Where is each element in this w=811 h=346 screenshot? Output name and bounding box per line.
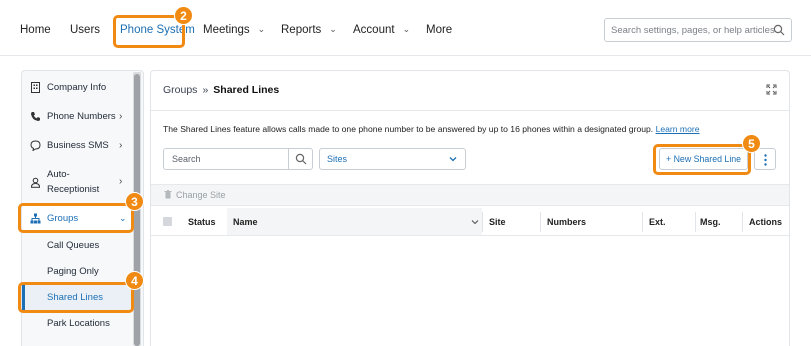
vertical-ellipsis-icon <box>764 154 767 166</box>
sidebar-item-label: Phone Numbers <box>47 111 116 122</box>
callout-number-badge: 3 <box>125 192 144 211</box>
nav-meetings[interactable]: Meetings ⌄ <box>203 24 265 36</box>
select-all-checkbox[interactable] <box>163 217 172 226</box>
search-icon <box>295 153 307 165</box>
nav-more[interactable]: More <box>426 24 452 36</box>
sidebar-subitem-call-queues[interactable]: Call Queues <box>47 240 99 251</box>
sidebar-item-label: Auto- <box>47 169 70 180</box>
column-header-name[interactable]: Name <box>233 217 258 227</box>
chevron-down-icon: ⌄ <box>257 24 266 34</box>
column-header-msg[interactable]: Msg. <box>700 217 721 227</box>
global-search-input[interactable]: Search settings, pages, or help articles <box>604 18 792 42</box>
sidebar-subitem-park-locations[interactable]: Park Locations <box>47 318 110 329</box>
phone-icon <box>31 112 40 121</box>
trash-icon <box>164 190 172 199</box>
breadcrumb-parent[interactable]: Groups <box>163 84 197 96</box>
page-title: Shared Lines <box>213 84 280 96</box>
sites-dropdown[interactable]: Sites <box>319 148 466 170</box>
column-divider <box>540 212 541 232</box>
search-button[interactable] <box>288 149 312 169</box>
more-options-button[interactable] <box>754 148 776 170</box>
sites-selected-value: Sites <box>327 154 348 164</box>
breadcrumb: Groups » Shared Lines <box>163 84 279 96</box>
name-column-sorted-bg <box>227 208 482 235</box>
chevron-down-icon <box>449 157 457 162</box>
callout-number-badge: 4 <box>125 271 144 290</box>
chevron-right-icon: › <box>119 111 123 122</box>
receptionist-icon <box>31 177 40 188</box>
global-search-placeholder: Search settings, pages, or help articles <box>611 25 775 36</box>
sidebar-item-label-line2: Receptionist <box>47 184 100 195</box>
column-divider <box>642 212 643 232</box>
nav-account[interactable]: Account ⌄ <box>353 24 410 36</box>
column-divider <box>482 212 483 232</box>
callout-box-new-shared-line <box>653 144 751 175</box>
callout-number-badge: 5 <box>742 134 761 153</box>
sidebar-item-label: Company Info <box>47 82 107 93</box>
building-icon <box>31 82 40 93</box>
chevron-right-icon: › <box>119 176 123 187</box>
chat-bubble-icon <box>30 140 41 151</box>
chevron-right-icon: › <box>119 140 123 151</box>
column-header-actions[interactable]: Actions <box>749 217 782 227</box>
column-header-status[interactable]: Status <box>188 217 216 227</box>
column-header-site[interactable]: Site <box>489 217 506 227</box>
search-icon <box>773 24 785 36</box>
column-header-ext[interactable]: Ext. <box>649 217 666 227</box>
column-divider <box>695 212 696 232</box>
change-site-label: Change Site <box>176 190 226 200</box>
sidebar-subitem-paging-only[interactable]: Paging Only <box>47 266 99 277</box>
change-site-button[interactable]: Change Site <box>164 190 226 200</box>
search-placeholder: Search <box>172 154 201 164</box>
column-divider <box>742 212 743 232</box>
column-header-numbers[interactable]: Numbers <box>547 217 586 227</box>
shared-lines-search-input[interactable]: Search <box>163 148 313 170</box>
nav-reports[interactable]: Reports ⌄ <box>281 24 337 36</box>
callout-box-groups <box>18 203 134 233</box>
callout-box-shared-lines <box>18 282 134 313</box>
chevron-down-icon: ⌄ <box>402 24 411 34</box>
chevron-down-icon[interactable] <box>471 218 479 226</box>
sidebar-item-label: Business SMS <box>47 140 109 151</box>
description-body: The Shared Lines feature allows calls ma… <box>163 124 654 134</box>
callout-number-badge: 2 <box>174 6 193 25</box>
chevron-down-icon: ⌄ <box>329 24 337 34</box>
expand-icon[interactable] <box>766 84 777 95</box>
sidebar-item-auto-receptionist[interactable]: Auto- Receptionist › <box>22 169 132 197</box>
bulk-action-bar <box>151 184 789 206</box>
description-text: The Shared Lines feature allows calls ma… <box>163 124 700 134</box>
breadcrumb-separator: » <box>202 84 209 96</box>
header-divider <box>151 110 789 111</box>
nav-users[interactable]: Users <box>70 24 100 36</box>
learn-more-link[interactable]: Learn more <box>656 124 700 134</box>
nav-home[interactable]: Home <box>20 24 51 36</box>
